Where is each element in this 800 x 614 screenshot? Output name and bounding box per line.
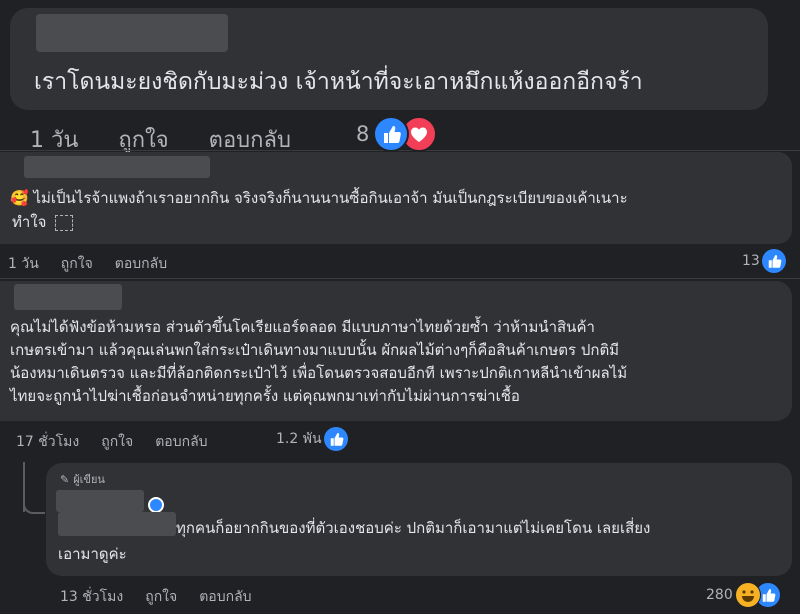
comment-text-line: เกษตรเข้ามา แล้วคุณเล่นพกใส่กระเป๋าเดินท… <box>10 341 620 359</box>
like-link[interactable]: ถูกใจ <box>101 431 133 453</box>
reply-link[interactable]: ตอบกลับ <box>115 253 167 275</box>
comment-text-line: ทำใจ <box>12 213 47 231</box>
reaction-count: 1.2 พัน <box>276 431 322 447</box>
smiling-face-hearts-icon: 🥰 <box>10 189 29 207</box>
comment-text: 🥰 ไม่เป็นไรจ้าแพงถ้าเราอยากกิน จริงจริงก… <box>10 186 790 234</box>
comment-text-line: คุณไม่ได้ฟังข้อห้ามหรอ ส่วนตัวขึ้นโคเรีย… <box>10 318 595 336</box>
reply-link[interactable]: ตอบกลับ <box>155 431 207 453</box>
comment-text: เราโดนมะยงชิดกับมะม่วง เจ้าหน้าที่จะเอาห… <box>34 69 643 95</box>
author-badge: ✎ ผู้เขียน <box>60 470 105 488</box>
divider <box>0 278 800 279</box>
blurred-author-name <box>24 156 210 178</box>
comment-text-line: ไทยจะถูกนำไปฆ่าเชื้อก่อนจำหน่ายทุกครั้ง … <box>10 387 520 405</box>
comment-actions: 17 ชั่วโมง ถูกใจ ตอบกลับ <box>16 431 208 453</box>
comment-time[interactable]: 17 ชั่วโมง <box>16 431 79 453</box>
pencil-icon: ✎ <box>60 472 70 486</box>
reply-link[interactable]: ตอบกลับ <box>199 586 251 608</box>
comment-time[interactable]: 13 ชั่วโมง <box>60 586 123 608</box>
comment-time[interactable]: 1 วัน <box>8 253 39 275</box>
reaction-count: 13 <box>742 253 760 269</box>
blurred-author-name <box>36 14 228 52</box>
like-icon <box>323 427 348 451</box>
blurred-author-name <box>14 284 122 310</box>
reaction-count: 8 <box>356 122 370 146</box>
verified-badge-icon <box>148 497 164 513</box>
author-badge-label: ผู้เขียน <box>73 473 105 486</box>
like-link[interactable]: ถูกใจ <box>145 586 177 608</box>
blurred-author-name <box>56 490 144 512</box>
comment-text: คุณไม่ได้ฟังข้อห้ามหรอ ส่วนตัวขึ้นโคเรีย… <box>10 316 790 408</box>
comment-actions: 1 วัน ถูกใจ ตอบกลับ <box>8 253 167 275</box>
emoji-icon <box>55 214 74 231</box>
reaction-count: 280 <box>706 587 733 603</box>
haha-icon <box>734 582 761 608</box>
reaction-summary[interactable]: 1.2 พัน <box>276 427 348 451</box>
reaction-summary[interactable]: 8 <box>356 116 438 152</box>
like-icon <box>373 116 410 152</box>
comment-text-line: น้องหมาเดินตรวจ และมีที่ล้อกติดกระเป๋าไว… <box>10 364 628 382</box>
like-link[interactable]: ถูกใจ <box>61 253 93 275</box>
comment-text: ทุกคนก็อยากกินของที่ตัวเองชอบค่ะ ปกติมาก… <box>58 515 650 567</box>
reaction-summary[interactable]: 280 <box>706 582 781 608</box>
thread-connector <box>23 500 45 514</box>
comment-text-line: ไม่เป็นไรจ้าแพงถ้าเราอยากกิน จริงจริงก็น… <box>33 189 628 207</box>
comment-text-line: ทุกคนก็อยากกินของที่ตัวเองชอบค่ะ ปกติมาก… <box>176 519 651 537</box>
comment-text-line: เอามาดูค่ะ <box>58 545 127 563</box>
like-icon <box>761 249 786 273</box>
reaction-summary[interactable]: 13 <box>742 249 786 273</box>
comment-actions: 13 ชั่วโมง ถูกใจ ตอบกลับ <box>60 586 252 608</box>
